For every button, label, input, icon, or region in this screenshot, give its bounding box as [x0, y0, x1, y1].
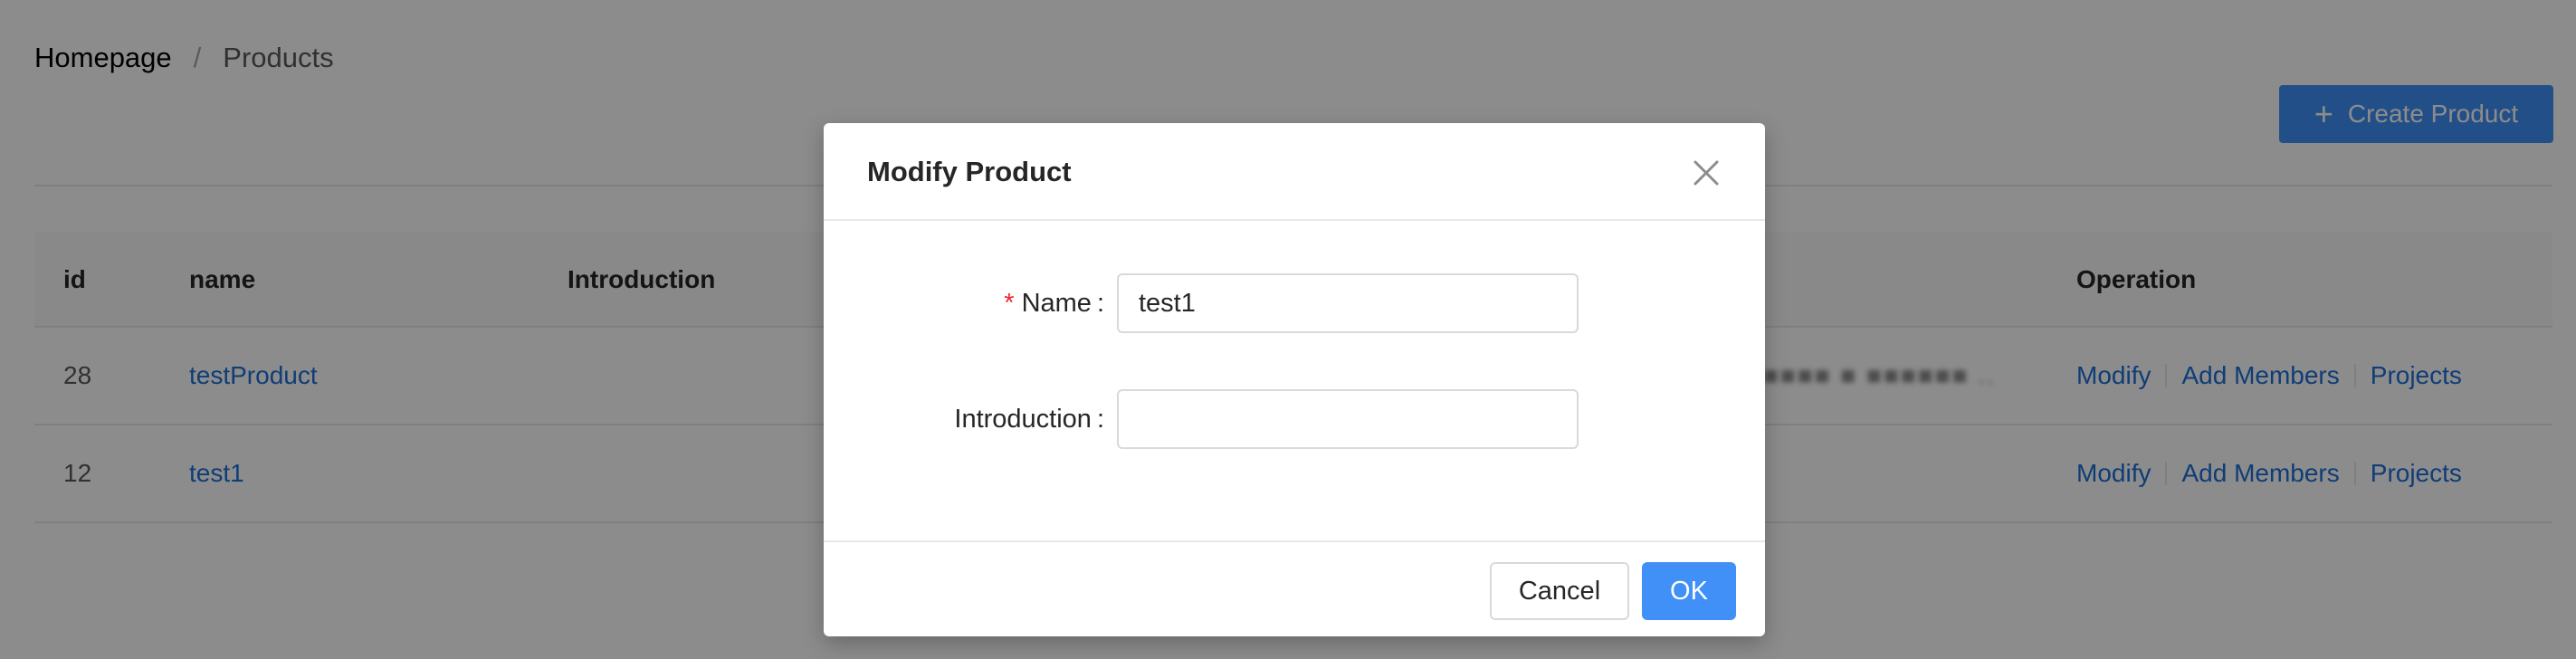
form-row-introduction: Introduction :	[824, 389, 1765, 449]
introduction-label-text: Introduction	[954, 404, 1092, 434]
name-label-text: Name	[1021, 288, 1092, 318]
required-mark: *	[1004, 288, 1015, 318]
name-label: * Name :	[1004, 273, 1104, 333]
modify-product-dialog: Modify Product * Name : Introduction : C…	[824, 123, 1765, 636]
introduction-input[interactable]	[1117, 389, 1579, 449]
introduction-label: Introduction :	[954, 389, 1104, 449]
dialog-footer: Cancel OK	[824, 540, 1765, 636]
form-row-name: * Name :	[824, 273, 1765, 333]
dialog-title: Modify Product	[867, 156, 1072, 187]
name-input[interactable]	[1117, 273, 1579, 333]
close-icon[interactable]	[1691, 158, 1722, 188]
cancel-button[interactable]: Cancel	[1490, 562, 1629, 620]
dialog-header: Modify Product	[824, 123, 1765, 221]
ok-button[interactable]: OK	[1642, 562, 1736, 620]
label-colon: :	[1096, 404, 1104, 434]
label-colon: :	[1096, 288, 1104, 318]
